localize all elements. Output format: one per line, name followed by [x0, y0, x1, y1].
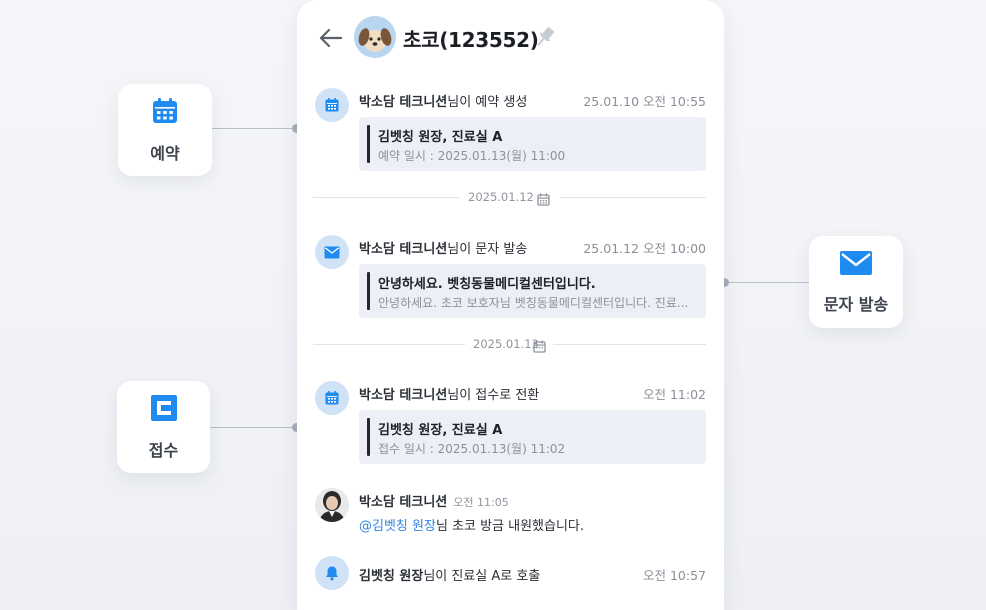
message-card-label: 문자 발송 [823, 295, 889, 314]
item-time: 오전 11:05 [453, 496, 509, 509]
item-action: 님이 문자 발송 [447, 242, 528, 257]
reservation-card: 예약 [118, 84, 212, 176]
reception-card: 접수 [117, 381, 210, 473]
mention-link[interactable]: @김벳칭 원장 [359, 519, 436, 534]
quote-bar [367, 272, 370, 310]
item-action: 님이 진료실 A로 호출 [423, 569, 541, 584]
pin-icon[interactable] [533, 24, 557, 50]
item-time: 25.01.10 오전 10:55 [583, 94, 706, 109]
item-quote[interactable]: 김벳칭 원장, 진료실 A 예약 일시 : 2025.01.13(월) 11:0… [359, 117, 706, 171]
quote-bar [367, 125, 370, 163]
timeline-item-reservation: 박소담 테크니션님이 예약 생성 25.01.10 오전 10:55 김벳칭 원… [313, 88, 706, 172]
actor-name: 박소담 테크니션 [359, 242, 448, 257]
panel-header: 초코(123552) [297, 0, 724, 76]
quote-subtitle: 예약 일시 : 2025.01.13(월) 11:00 [378, 149, 566, 163]
item-title: 박소담 테크니션님이 예약 생성 [359, 91, 527, 110]
timeline-panel: 초코(123552) 박소담 테크니션님이 예약 생성 25.01.10 오전 … [297, 0, 724, 610]
calendar-small-icon [533, 338, 546, 357]
back-arrow-icon[interactable] [317, 26, 343, 50]
actor-name: 박소담 테크니션 [359, 95, 448, 110]
item-quote[interactable]: 김벳칭 원장, 진료실 A 접수 일시 : 2025.01.13(월) 11:0… [359, 410, 706, 464]
quote-subtitle: 안녕하세요. 초코 보호자님 벳칭동물메디컬센터입니다. 진료... [378, 296, 689, 310]
item-title: 박소담 테크니션 오전 11:05 [359, 491, 509, 510]
calendar-icon [315, 381, 349, 415]
item-action: 님이 접수로 전환 [447, 388, 540, 403]
connector-reception [210, 427, 296, 428]
bell-icon [315, 556, 349, 590]
connector-message [724, 282, 810, 283]
user-avatar [315, 488, 349, 522]
connector-reservation [212, 128, 296, 129]
reception-card-label: 접수 [148, 441, 179, 460]
quote-title: 김벳칭 원장, 진료실 A [378, 130, 503, 145]
comment-message: @김벳칭 원장님 초코 방금 내원했습니다. [359, 515, 584, 534]
pet-name: 초코(123552) [403, 28, 539, 52]
quote-title: 김벳칭 원장, 진료실 A [378, 423, 503, 438]
reservation-card-label: 예약 [150, 144, 180, 163]
item-action: 님이 예약 생성 [447, 95, 528, 110]
timeline-item-reception: 박소담 테크니션님이 접수로 전환 오전 11:02 김벳칭 원장, 진료실 A… [313, 381, 706, 465]
calendar-icon [315, 88, 349, 122]
item-title: 김벳칭 원장님이 진료실 A로 호출 [359, 565, 540, 584]
item-title: 박소담 테크니션님이 접수로 전환 [359, 384, 539, 403]
item-quote[interactable]: 안녕하세요. 벳칭동물메디컬센터입니다. 안녕하세요. 초코 보호자님 벳칭동물… [359, 264, 706, 318]
calendar-small-icon [537, 191, 550, 210]
quote-subtitle: 접수 일시 : 2025.01.13(월) 11:02 [378, 442, 566, 456]
mail-icon [315, 235, 349, 269]
date-divider: 2025.01.12 [313, 188, 706, 208]
item-title: 박소담 테크니션님이 문자 발송 [359, 238, 527, 257]
date-divider: 2025.01.13 [313, 335, 706, 355]
actor-name: 김벳칭 원장 [359, 569, 424, 584]
timeline-item-message: 박소담 테크니션님이 문자 발송 25.01.12 오전 10:00 안녕하세요… [313, 235, 706, 319]
divider-date: 2025.01.13 [473, 337, 539, 351]
item-time: 오전 11:02 [643, 387, 706, 402]
timeline-item-call: 김벳칭 원장님이 진료실 A로 호출 오전 10:57 [313, 556, 706, 592]
timeline-item-comment: 박소담 테크니션 오전 11:05 @김벳칭 원장님 초코 방금 내원했습니다. [313, 488, 706, 534]
calendar-icon [150, 96, 180, 130]
quote-title: 안녕하세요. 벳칭동물메디컬센터입니다. [378, 277, 596, 292]
actor-name: 박소담 테크니션 [359, 495, 448, 510]
item-time: 오전 10:57 [643, 568, 706, 583]
reception-icon [149, 393, 179, 427]
quote-bar [367, 418, 370, 456]
actor-name: 박소담 테크니션 [359, 388, 448, 403]
pet-avatar [354, 16, 396, 58]
divider-date: 2025.01.12 [468, 190, 534, 204]
comment-text: 님 초코 방금 내원했습니다. [435, 519, 585, 534]
item-time: 25.01.12 오전 10:00 [583, 241, 706, 256]
message-card: 문자 발송 [809, 236, 903, 328]
mail-icon [839, 249, 873, 281]
